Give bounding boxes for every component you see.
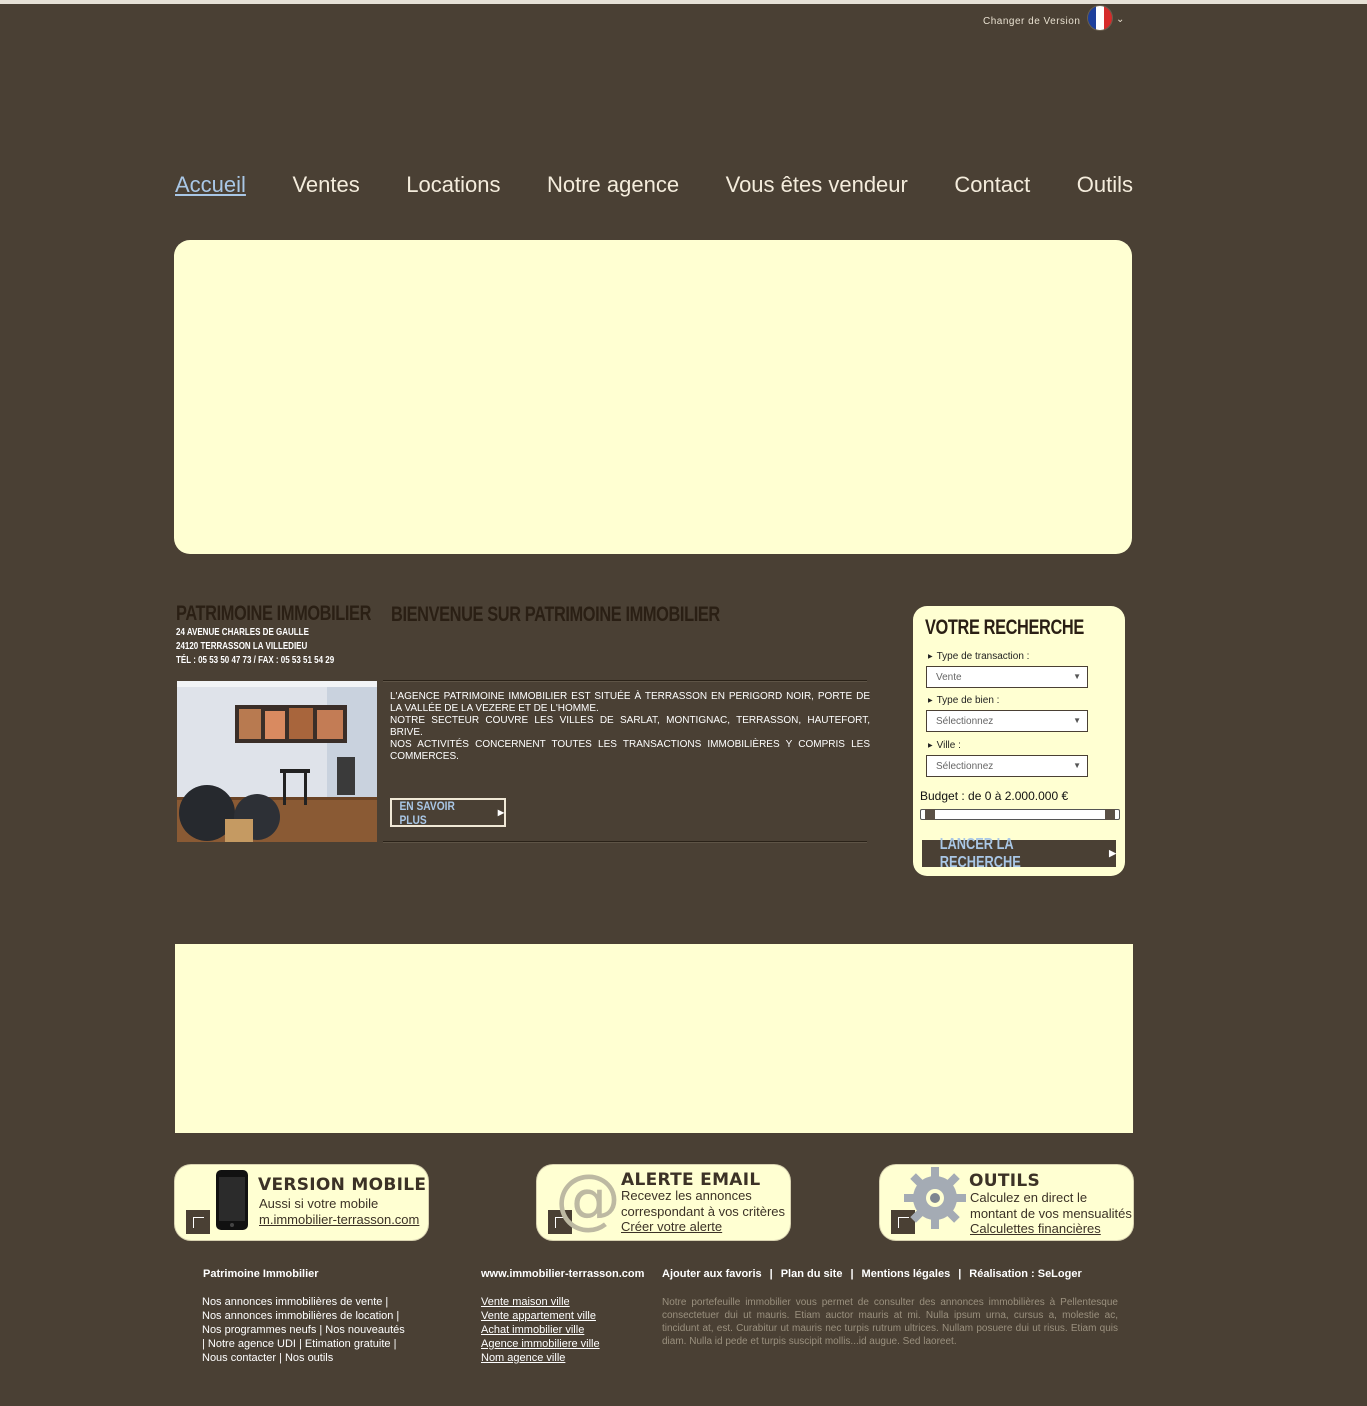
mobile-version-promo[interactable]: VERSION MOBILE Aussi si votre mobile m.i… (175, 1165, 428, 1240)
budget-label: Budget : de 0 à 2.000.000 € (920, 789, 1069, 803)
footer-site-link-line[interactable]: | Notre agence UDI | Etimation gratuite … (202, 1337, 405, 1351)
dropdown-arrow-icon: ▼ (1073, 672, 1081, 681)
divider (383, 680, 867, 682)
footer-description: Notre portefeuille immobilier vous perme… (662, 1297, 1118, 1347)
email-promo-text-2: correspondant à vos critères (621, 1204, 786, 1219)
agency-interior-photo (177, 681, 377, 842)
bullet-icon: ▶ (928, 742, 933, 749)
nav-vous-etes-vendeur[interactable]: Vous êtes vendeur (726, 172, 908, 198)
main-nav: Accueil Ventes Locations Notre agence Vo… (175, 172, 1133, 198)
dropdown-arrow-icon: ▼ (1073, 761, 1081, 770)
footer-site-link-line[interactable]: Nous contacter | Nos outils (202, 1351, 405, 1365)
smartphone-icon (216, 1170, 248, 1230)
tools-promo-text-2: montant de vos mensualités (970, 1206, 1132, 1221)
at-sign-icon: @ (555, 1160, 621, 1237)
footer-site-link-line[interactable]: Nos annonces immobilières de vente | (202, 1295, 405, 1309)
city-label: ▶ Ville : (928, 740, 961, 751)
sitemap-link[interactable]: Plan du site (781, 1268, 843, 1280)
learn-more-label: EN SAVOIR PLUS (399, 798, 455, 827)
content-panel (175, 944, 1133, 1133)
footer-bar: Ajouter aux favoris | Plan du site | Mention… (662, 1268, 1082, 1280)
gear-icon (904, 1167, 966, 1229)
transaction-type-select[interactable]: Vente ▼ (926, 666, 1088, 688)
mobile-promo-link[interactable]: m.immobilier-terrasson.com (259, 1212, 419, 1227)
budget-slider[interactable] (920, 809, 1120, 820)
credits-link[interactable]: Réalisation : SeLoger (969, 1268, 1081, 1280)
footer-seo-link[interactable]: Vente maison ville (481, 1295, 600, 1309)
intro-paragraph: NOS ACTIVITÉS CONCERNENT TOUTES LES TRAN… (390, 739, 870, 762)
france-flag-icon[interactable] (1088, 6, 1112, 30)
footer-agency-title: Patrimoine Immobilier (203, 1268, 319, 1280)
nav-contact[interactable]: Contact (954, 172, 1030, 198)
intro-paragraph: L'AGENCE PATRIMOINE IMMOBILIER EST SITUÉ… (390, 691, 870, 714)
bullet-icon: ▶ (928, 697, 933, 704)
city-select[interactable]: Sélectionnez ▼ (926, 755, 1088, 777)
footer-site-link-line[interactable]: Nos programmes neufs | Nos nouveautés (202, 1323, 405, 1337)
agency-address-line2: 24120 TERRASSON LA VILLEDIEU (176, 641, 308, 652)
arrow-right-icon: ▶ (1109, 848, 1116, 858)
dropdown-arrow-icon: ▼ (1073, 716, 1081, 725)
budget-slider-max-handle[interactable] (1105, 809, 1115, 820)
change-version-label[interactable]: Changer de Version (983, 16, 1080, 27)
property-type-value: Sélectionnez (936, 715, 994, 727)
tools-promo[interactable]: OUTILS Calculez en direct le montant de … (880, 1165, 1133, 1240)
footer-site-links: Nos annonces immobilières de vente | Nos… (202, 1295, 405, 1365)
agency-address-line1: 24 AVENUE CHARLES DE GAULLE (176, 627, 309, 638)
footer-seo-link[interactable]: Vente appartement ville (481, 1309, 600, 1323)
corner-icon (186, 1210, 210, 1234)
learn-more-button[interactable]: EN SAVOIR PLUS ▶ (390, 798, 506, 827)
divider (383, 841, 867, 843)
welcome-intro: L'AGENCE PATRIMOINE IMMOBILIER EST SITUÉ… (390, 691, 870, 763)
property-type-select[interactable]: Sélectionnez ▼ (926, 710, 1088, 732)
email-alert-promo[interactable]: @ ALERTE EMAIL Recevez les annonces corr… (537, 1160, 790, 1240)
tools-promo-link[interactable]: Calculettes financières (970, 1221, 1101, 1236)
email-promo-link[interactable]: Créer votre alerte (621, 1219, 722, 1234)
legal-notice-link[interactable]: Mentions légales (862, 1268, 951, 1280)
tools-promo-text-1: Calculez en direct le (970, 1190, 1088, 1205)
launch-search-button[interactable]: LANCER LA RECHERCHE ▶ (922, 836, 1116, 871)
chevron-down-icon[interactable]: ⌄ (1116, 14, 1124, 25)
top-border (0, 0, 1367, 4)
search-title: VOTRE RECHERCHE (925, 616, 1084, 639)
footer-domain[interactable]: www.immobilier-terrasson.com (481, 1268, 644, 1280)
city-value: Sélectionnez (936, 760, 994, 772)
bullet-icon: ▶ (928, 653, 933, 660)
hero-banner (174, 240, 1132, 554)
nav-notre-agence[interactable]: Notre agence (547, 172, 679, 198)
agency-name: PATRIMOINE IMMOBILIER (176, 602, 372, 625)
search-panel: VOTRE RECHERCHE ▶ Type de transaction : V… (913, 606, 1125, 876)
footer-seo-link[interactable]: Agence immobiliere ville (481, 1337, 600, 1351)
mobile-promo-text: Aussi si votre mobile (259, 1196, 379, 1211)
email-promo-title: ALERTE EMAIL (621, 1170, 761, 1190)
launch-search-label: LANCER LA RECHERCHE (939, 835, 1021, 871)
property-type-label: ▶ Type de bien : (928, 695, 1000, 706)
footer-seo-link[interactable]: Nom agence ville (481, 1351, 600, 1365)
agency-phone: TÉL : 05 53 50 47 73 / FAX : 05 53 51 54… (176, 655, 335, 666)
intro-paragraph: NOTRE SECTEUR COUVRE LES VILLES DE SARLA… (390, 715, 870, 738)
nav-accueil[interactable]: Accueil (175, 172, 246, 198)
footer-seo-link[interactable]: Achat immobilier ville (481, 1323, 600, 1337)
nav-ventes[interactable]: Ventes (292, 172, 359, 198)
transaction-type-label: ▶ Type de transaction : (928, 651, 1030, 662)
transaction-type-value: Vente (936, 671, 962, 683)
mobile-promo-title: VERSION MOBILE (258, 1175, 427, 1195)
nav-outils[interactable]: Outils (1077, 172, 1133, 198)
tools-promo-title: OUTILS (969, 1171, 1041, 1191)
welcome-title: BIENVENUE SUR PATRIMOINE IMMOBILIER (391, 603, 720, 626)
arrow-right-icon: ▶ (497, 808, 504, 817)
footer-site-link-line[interactable]: Nos annonces immobilières de location | (202, 1309, 405, 1323)
email-promo-text-1: Recevez les annonces (621, 1188, 752, 1203)
footer-seo-links: Vente maison ville Vente appartement vil… (481, 1295, 600, 1365)
add-favorites-link[interactable]: Ajouter aux favoris (662, 1268, 762, 1280)
budget-slider-min-handle[interactable] (925, 809, 935, 820)
nav-locations[interactable]: Locations (406, 172, 500, 198)
